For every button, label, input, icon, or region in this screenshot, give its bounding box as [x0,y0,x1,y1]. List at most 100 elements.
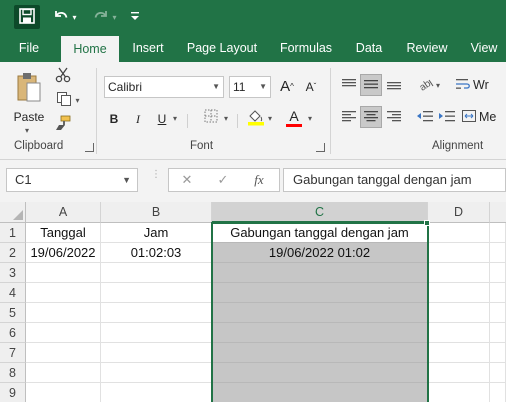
tab-page-layout[interactable]: Page Layout [182,34,262,62]
row-header-7[interactable]: 7 [0,343,26,363]
cell-b6[interactable] [101,323,212,343]
column-header-a[interactable]: A [26,202,101,223]
redo-dropdown-icon[interactable]: ▾ [112,13,116,22]
cell-e6[interactable] [490,323,506,343]
paste-button[interactable]: Paste ▾ [10,70,48,135]
increase-indent-button[interactable] [436,106,458,128]
row-header-8[interactable]: 8 [0,363,26,383]
font-color-dropdown-icon[interactable]: ▾ [308,114,312,123]
font-size-box[interactable]: 11 ▼ [229,76,271,98]
align-bottom-button[interactable] [383,74,405,96]
row-header-6[interactable]: 6 [0,323,26,343]
copy-dropdown-icon[interactable]: ▾ [75,96,79,105]
font-color-button[interactable]: A [283,108,305,130]
cell-e9[interactable] [490,383,506,402]
cell-b8[interactable] [101,363,212,383]
cell-c9[interactable] [212,383,428,402]
row-header-3[interactable]: 3 [0,263,26,283]
cell-c1[interactable]: Gabungan tanggal dengan jam [212,223,428,243]
cell-a4[interactable] [26,283,101,303]
row-header-9[interactable]: 9 [0,383,26,402]
tab-insert[interactable]: Insert [124,34,172,62]
align-middle-button[interactable] [360,74,382,96]
cell-b9[interactable] [101,383,212,402]
undo-dropdown-icon[interactable]: ▾ [72,13,76,22]
column-header-c[interactable]: C [212,202,428,223]
orientation-button[interactable]: ab ▾ [414,74,444,96]
copy-button[interactable]: ▾ [50,90,86,110]
cell-e8[interactable] [490,363,506,383]
name-box[interactable]: C1 ▼ [6,168,138,192]
cell-b1[interactable]: Jam [101,223,212,243]
undo-button[interactable]: ▾ [48,5,82,29]
cell-c4[interactable] [212,283,428,303]
font-launcher-icon[interactable] [316,143,325,152]
cell-e1[interactable] [490,223,506,243]
cell-e4[interactable] [490,283,506,303]
cell-e5[interactable] [490,303,506,323]
cell-d3[interactable] [428,263,490,283]
align-right-button[interactable] [383,106,405,128]
cell-c7[interactable] [212,343,428,363]
orientation-dropdown-icon[interactable]: ▾ [436,81,440,90]
paste-dropdown-icon[interactable]: ▾ [25,126,29,135]
cell-d2[interactable] [428,243,490,263]
select-all-button[interactable] [0,202,26,223]
cell-a8[interactable] [26,363,101,383]
borders-dropdown-icon[interactable]: ▾ [224,114,228,123]
cell-b4[interactable] [101,283,212,303]
wrap-text-button[interactable]: Wr [456,74,506,96]
font-name-box[interactable]: Calibri ▼ [104,76,224,98]
cell-e2[interactable] [490,243,506,263]
cancel-entry-icon[interactable]: ✕ [173,169,201,191]
cell-d5[interactable] [428,303,490,323]
fill-color-button[interactable] [244,108,268,130]
cell-b5[interactable] [101,303,212,323]
cell-c6[interactable] [212,323,428,343]
borders-button[interactable] [198,108,224,130]
italic-button[interactable]: I [128,108,148,130]
tab-review[interactable]: Review [400,34,454,62]
cell-a1[interactable]: Tanggal [26,223,101,243]
column-header-d[interactable]: D [428,202,490,223]
increase-font-button[interactable]: A^ [277,76,297,98]
cut-button[interactable] [50,66,76,86]
cell-d6[interactable] [428,323,490,343]
clipboard-launcher-icon[interactable] [85,143,94,152]
cell-a6[interactable] [26,323,101,343]
cell-e7[interactable] [490,343,506,363]
column-header-e[interactable] [490,202,506,223]
tab-view[interactable]: View [462,34,506,62]
cell-a2[interactable]: 19/06/2022 [26,243,101,263]
confirm-entry-icon[interactable]: ✓ [209,169,237,191]
row-header-4[interactable]: 4 [0,283,26,303]
fill-color-dropdown-icon[interactable]: ▾ [268,114,272,123]
tab-file[interactable]: File [6,34,52,62]
decrease-font-button[interactable]: Aˇ [301,76,321,98]
cell-d8[interactable] [428,363,490,383]
align-top-button[interactable] [338,74,360,96]
align-center-button[interactable] [360,106,382,128]
column-header-b[interactable]: B [101,202,212,223]
row-header-5[interactable]: 5 [0,303,26,323]
bold-button[interactable]: B [104,108,124,130]
cell-d1[interactable] [428,223,490,243]
tab-formulas[interactable]: Formulas [274,34,338,62]
underline-dropdown-icon[interactable]: ▾ [173,114,177,123]
cell-b7[interactable] [101,343,212,363]
tab-home[interactable]: Home [61,36,119,62]
row-header-2[interactable]: 2 [0,243,26,263]
underline-button[interactable]: U [152,108,172,130]
align-left-button[interactable] [338,106,360,128]
cell-c3[interactable] [212,263,428,283]
formula-bar-grip-icon[interactable]: ⋮ [151,170,161,187]
tab-data[interactable]: Data [346,34,392,62]
customize-qat-button[interactable] [126,5,144,29]
fill-handle[interactable] [424,220,430,226]
cell-b3[interactable] [101,263,212,283]
formula-input[interactable]: Gabungan tanggal dengan jam [283,168,506,192]
insert-function-button[interactable]: fx [245,169,273,191]
cell-a3[interactable] [26,263,101,283]
cell-c2[interactable]: 19/06/2022 01:02 [212,243,428,263]
cell-d7[interactable] [428,343,490,363]
